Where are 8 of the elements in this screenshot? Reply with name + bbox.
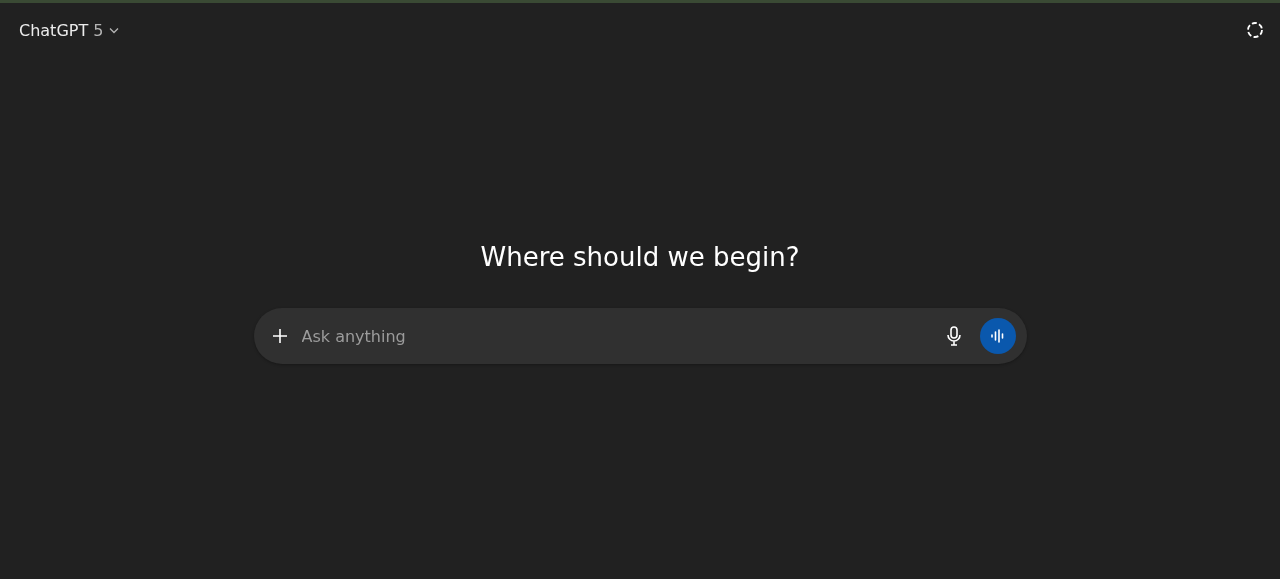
heading: Where should we begin?	[480, 242, 800, 272]
prompt-box[interactable]: Ask anything	[253, 308, 1027, 364]
voice-mode-button[interactable]	[979, 318, 1016, 354]
model-version: 5	[93, 20, 104, 40]
prompt-field[interactable]: Ask anything	[299, 325, 934, 347]
model-selector[interactable]: ChatGPT 5	[12, 16, 128, 44]
waveform-icon	[989, 329, 1006, 343]
model-name: ChatGPT	[19, 20, 89, 40]
